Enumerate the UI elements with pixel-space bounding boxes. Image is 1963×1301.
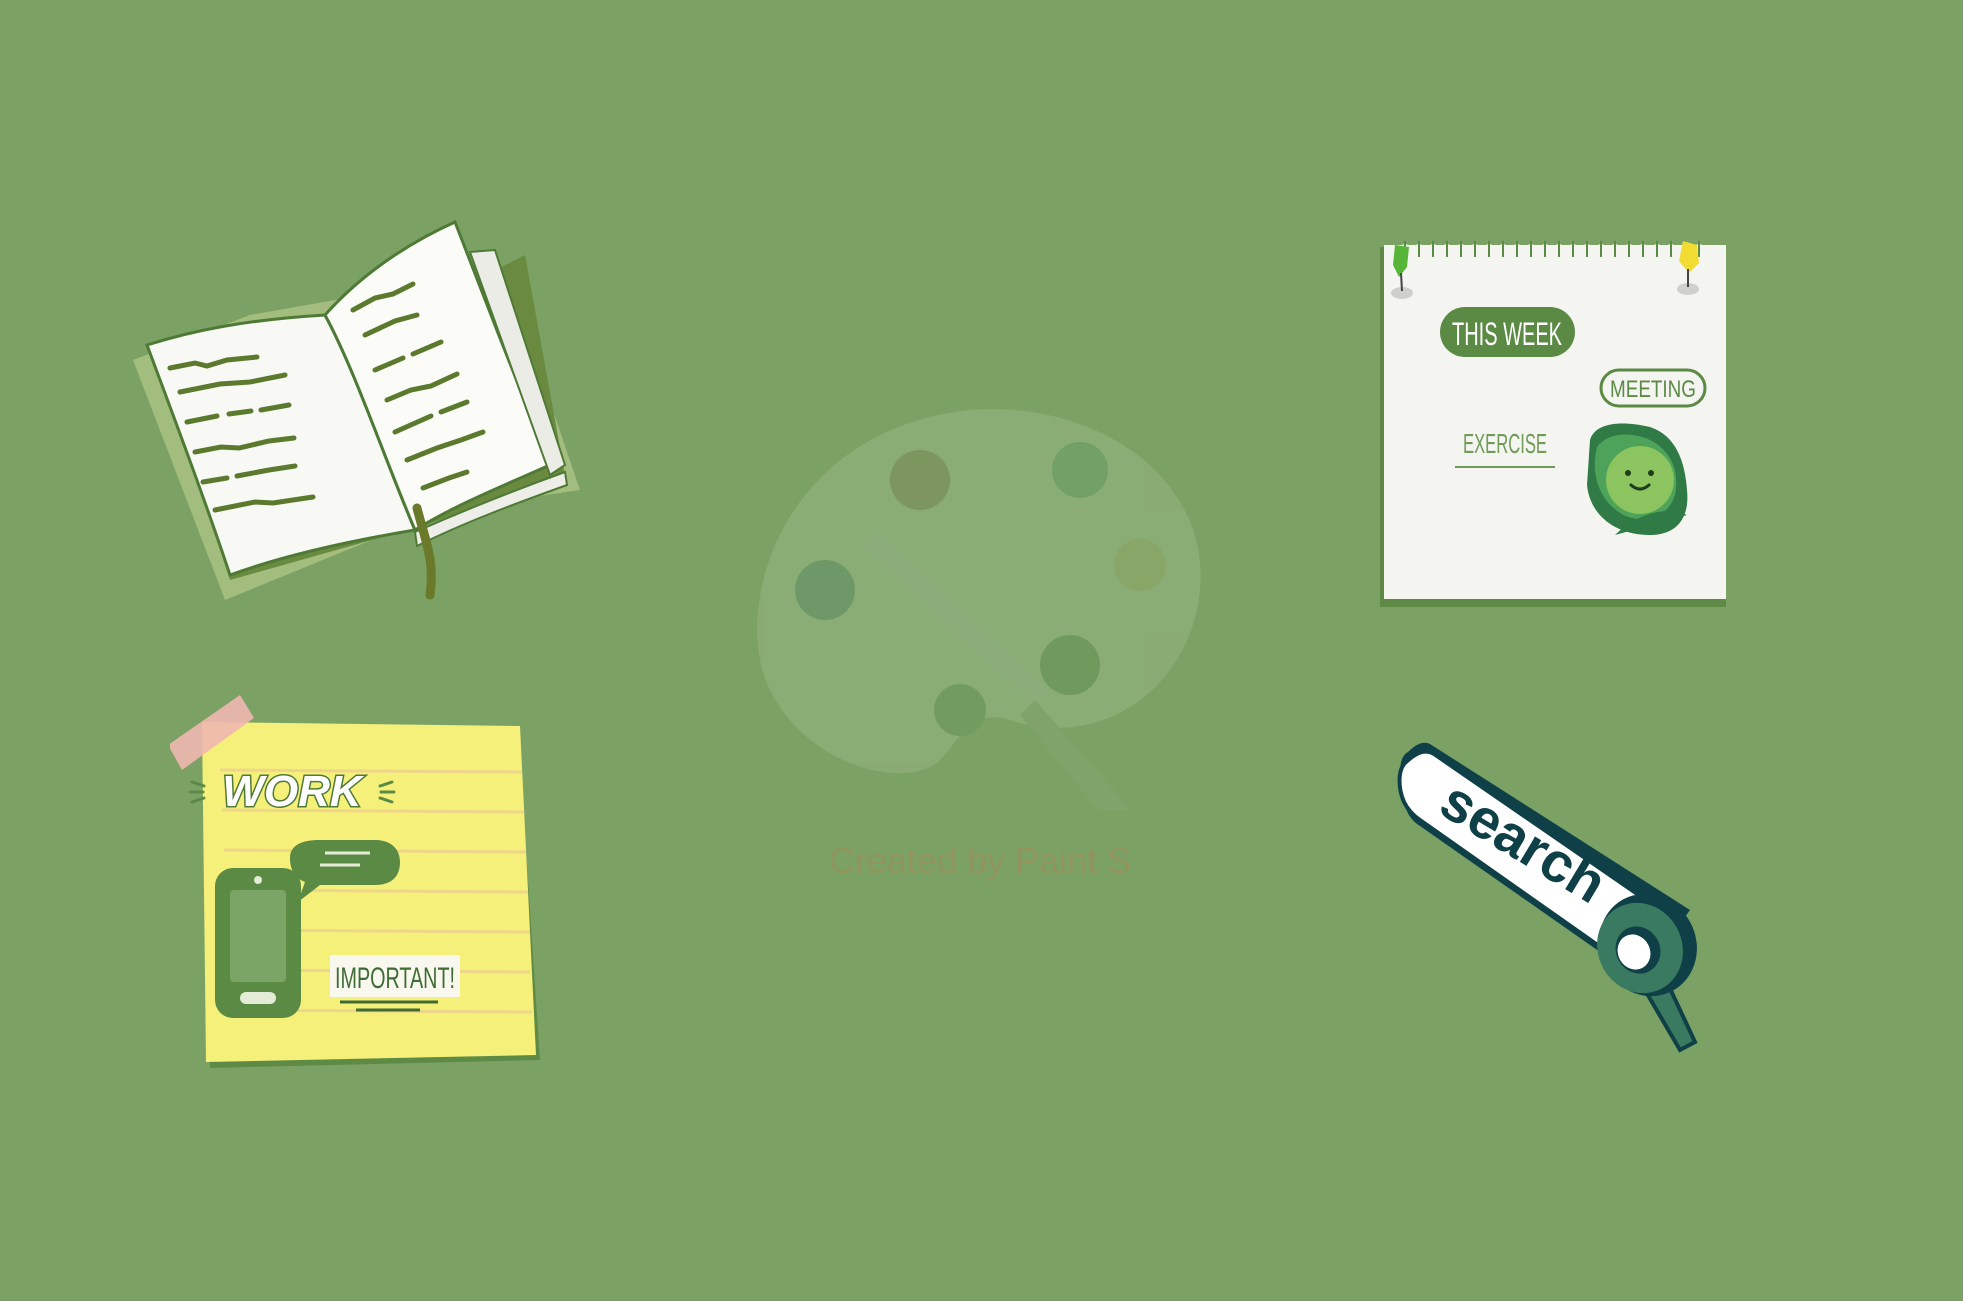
watermark-text: Created by Paint S <box>828 840 1132 881</box>
paint-palette-icon <box>757 409 1201 830</box>
weekly-planner-widget[interactable]: THIS WEEK MEETING EXERCISE <box>1375 235 1730 610</box>
planner-title: THIS WEEK <box>1452 316 1562 352</box>
notepad-icon: THIS WEEK MEETING EXERCISE <box>1380 239 1726 607</box>
watermark: Created by Paint S <box>720 390 1240 881</box>
sticky-note-widget[interactable]: WORK IMPORTANT! <box>170 690 545 1075</box>
sticky-header: WORK <box>222 767 365 816</box>
planner-tag-exercise: EXERCISE <box>1463 428 1547 459</box>
sticky-stamp: IMPORTANT! <box>335 962 455 995</box>
notebook-widget[interactable] <box>125 210 595 610</box>
desktop: Created by Paint S WORK IMPORTANT! THIS … <box>0 0 1963 1301</box>
open-notebook-icon <box>133 219 580 600</box>
search-widget[interactable]: search <box>1390 730 1760 1080</box>
planner-tag-meeting: MEETING <box>1610 376 1696 403</box>
sticky-note-icon: WORK IMPORTANT! <box>170 695 540 1068</box>
search-bar-icon: search <box>1397 742 1698 1053</box>
